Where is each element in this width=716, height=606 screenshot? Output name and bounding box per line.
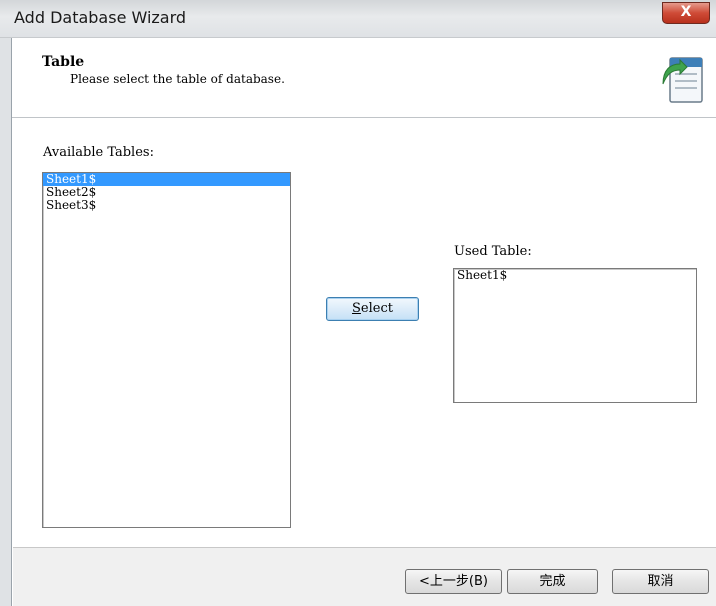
list-item[interactable]: Sheet3$	[43, 199, 290, 212]
select-button-label: Select	[352, 301, 393, 316]
page-subtitle: Please select the table of database.	[70, 72, 285, 86]
used-table-label: Used Table:	[454, 244, 532, 259]
back-button[interactable]: <上一步(B)	[405, 569, 502, 594]
available-tables-list[interactable]: Sheet1$ Sheet2$ Sheet3$	[42, 172, 291, 528]
page-title: Table	[42, 54, 85, 70]
used-table-list[interactable]: Sheet1$	[453, 268, 697, 403]
window-frame-left	[0, 38, 12, 606]
select-button[interactable]: Select	[326, 297, 419, 321]
finish-button[interactable]: 完成	[507, 569, 598, 594]
title-bar: Add Database Wizard X	[0, 0, 716, 38]
wizard-header: Table Please select the table of databas…	[12, 38, 716, 118]
close-button[interactable]: X	[662, 2, 710, 24]
close-icon: X	[680, 4, 692, 20]
cancel-button[interactable]: 取消	[612, 569, 709, 594]
list-item[interactable]: Sheet1$	[454, 269, 696, 282]
available-tables-label: Available Tables:	[43, 145, 154, 160]
wizard-footer	[13, 547, 716, 606]
database-table-icon	[662, 57, 703, 103]
window-title: Add Database Wizard	[14, 8, 187, 27]
